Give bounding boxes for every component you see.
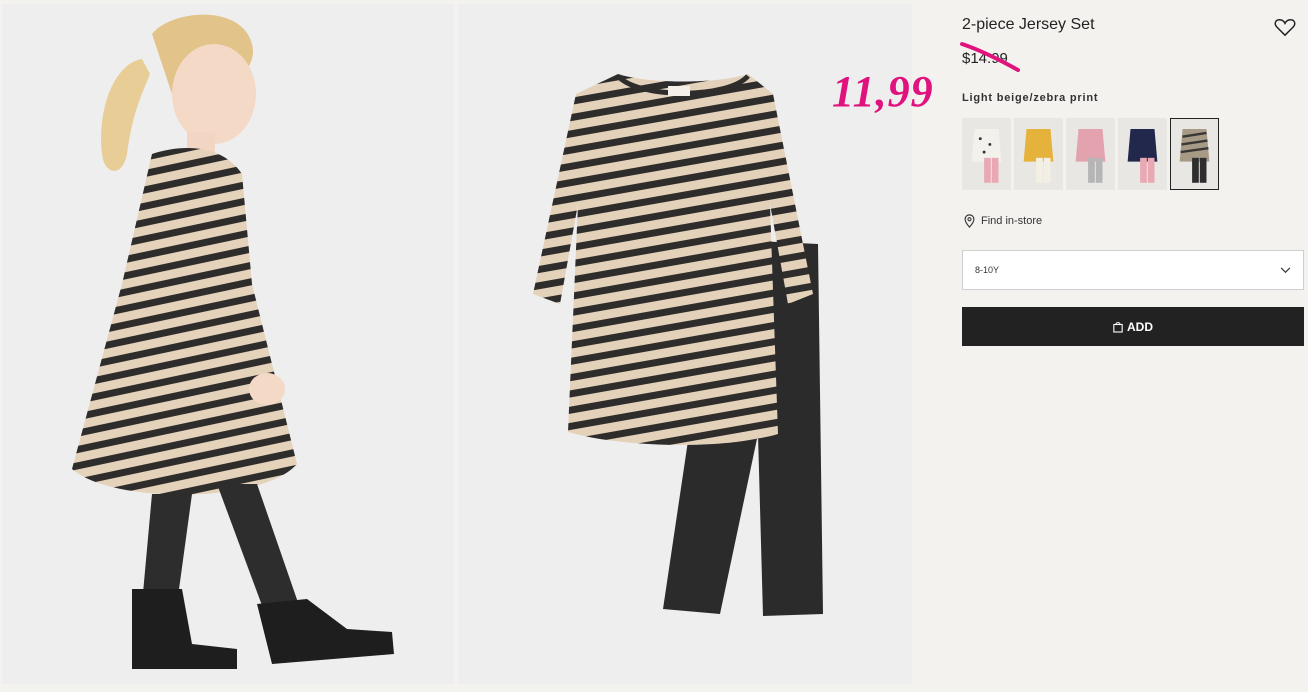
location-pin-icon (964, 214, 975, 228)
favorite-button[interactable] (1274, 17, 1296, 37)
find-in-store-label: Find in-store (981, 215, 1043, 227)
selected-color-name: Light beige/zebra print (962, 92, 1099, 104)
swatch-thumbnail (1119, 119, 1166, 189)
product-title: 2-piece Jersey Set (962, 16, 1095, 33)
shopping-bag-icon (1113, 321, 1123, 333)
swatch-thumbnail (1171, 119, 1218, 189)
swatch-navy-print[interactable] (1118, 118, 1167, 190)
swatch-thumbnail (963, 119, 1010, 189)
original-price: $14.99 (962, 50, 1008, 67)
add-to-bag-button[interactable]: ADD (962, 307, 1304, 346)
add-button-label: ADD (1127, 319, 1153, 334)
product-info-panel: 2-piece Jersey Set $14.99 Light beige/ze… (960, 0, 1306, 692)
swatch-pink-print[interactable] (1066, 118, 1115, 190)
chevron-down-icon (1280, 266, 1291, 273)
swatch-white-hearts[interactable] (962, 118, 1011, 190)
heart-icon (1274, 18, 1296, 37)
size-select-value: 8-10Y (975, 265, 1000, 275)
color-swatches (962, 118, 1219, 190)
swatch-zebra-selected[interactable] (1170, 118, 1219, 190)
swatch-thumbnail (1015, 119, 1062, 189)
product-photo-model[interactable] (2, 4, 454, 684)
sale-price: 11,99 (832, 67, 934, 116)
swatch-yellow[interactable] (1014, 118, 1063, 190)
model-photo-illustration (2, 4, 454, 684)
swatch-thumbnail (1067, 119, 1114, 189)
find-in-store-link[interactable]: Find in-store (964, 214, 1042, 228)
size-select[interactable]: 8-10Y (962, 250, 1304, 290)
